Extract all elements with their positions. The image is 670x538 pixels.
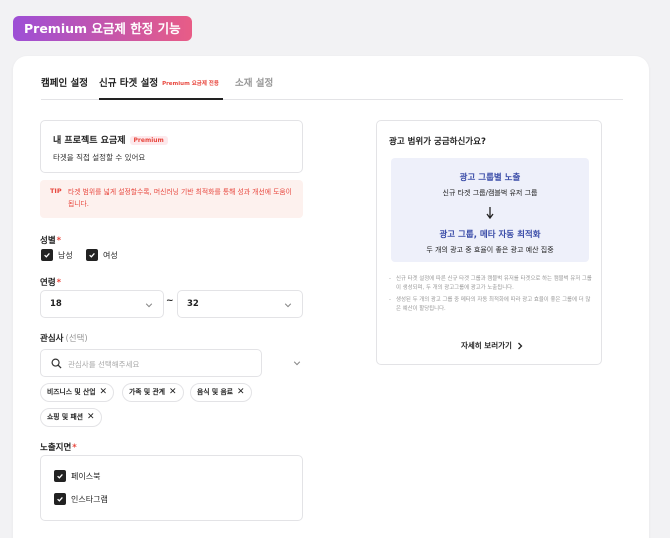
interest-search-field[interactable]	[40, 349, 262, 377]
remove-icon[interactable]: ✕	[100, 388, 108, 397]
placement-facebook-checkbox[interactable]: 페이스북	[54, 470, 100, 482]
interest-chip[interactable]: 가족 및 관계 ✕	[122, 383, 184, 402]
interest-chip[interactable]: 음식 및 음료 ✕	[190, 383, 252, 402]
tab-label: 소재 설정	[235, 78, 274, 89]
age-label-text: 연령	[40, 278, 56, 288]
remove-icon[interactable]: ✕	[237, 388, 245, 397]
gender-female-checkbox[interactable]: 여성	[86, 249, 118, 261]
checkbox-checked-icon	[54, 470, 66, 482]
gender-male-checkbox[interactable]: 남성	[41, 249, 73, 261]
step2-description: 두 개의 광고 중 효율이 좋은 광고 예산 집중	[426, 246, 554, 254]
target-settings-card: 캠페인 설정 신규 타겟 설정 Premium 요금제 전용 소재 설정 내 프로…	[13, 56, 649, 538]
checkbox-label: 여성	[103, 250, 118, 260]
placement-instagram-checkbox[interactable]: 인스타그램	[54, 493, 108, 505]
interest-chip[interactable]: 비즈니스 및 산업 ✕	[40, 383, 115, 402]
info-title: 광고 범위가 궁금하신가요?	[389, 137, 486, 147]
interests-label: 관심사 (선택)	[40, 332, 88, 344]
placement-label-text: 노출지면	[40, 443, 72, 453]
chevron-right-icon	[517, 342, 523, 349]
optional-mark: (선택)	[65, 334, 88, 344]
chevron-down-icon	[284, 303, 292, 308]
tab-campaign-settings[interactable]: 캠페인 설정	[41, 75, 88, 100]
info-note: 생성된 두 개의 광고 그룹 중 메타의 자동 최적화에 따라 광고 효율이 좋…	[389, 296, 595, 313]
arrow-down-icon	[486, 207, 494, 220]
age-label: 연령*	[40, 276, 61, 288]
premium-only-badge: Premium 요금제 전용	[162, 81, 219, 87]
ad-scope-info-panel: 광고 범위가 궁금하신가요? 광고 그룹별 노출 신규 타겟 그룹/캠블벅 유저…	[376, 120, 602, 365]
tab-label: 신규 타겟 설정	[99, 78, 159, 89]
learn-more-link[interactable]: 자세히 보러가기	[461, 340, 523, 351]
interest-chip[interactable]: 쇼핑 및 패션 ✕	[40, 408, 102, 427]
remove-icon[interactable]: ✕	[87, 413, 95, 422]
required-mark: *	[56, 278, 62, 288]
required-mark: *	[56, 236, 62, 246]
age-min-value: 18	[50, 299, 62, 309]
chip-label: 가족 및 관계	[129, 388, 165, 396]
placement-options-box: 페이스북 인스타그램	[40, 455, 303, 521]
tab-creative-settings[interactable]: 소재 설정	[235, 75, 273, 100]
remove-icon[interactable]: ✕	[169, 388, 177, 397]
plan-description: 타겟을 직접 설정할 수 있어요	[53, 153, 146, 162]
age-range-separator: ~	[166, 296, 174, 306]
plan-info-box: 내 프로젝트 요금제 Premium 타겟을 직접 설정할 수 있어요	[40, 120, 303, 173]
info-notes: 신규 타겟 설정에 따른 신규 타겟 그룹과 캠블벅 유저를 타겟으로 하는 캠…	[389, 275, 595, 317]
checkbox-checked-icon	[86, 249, 98, 261]
interests-label-text: 관심사	[40, 334, 64, 344]
plan-title-text: 내 프로젝트 요금제	[53, 136, 126, 146]
required-mark: *	[72, 443, 77, 453]
checkbox-label: 페이스북	[71, 471, 101, 481]
learn-more-label: 자세히 보러가기	[461, 341, 512, 350]
step2-title: 광고 그룹, 메타 자동 최적화	[439, 230, 541, 240]
age-max-value: 32	[187, 299, 199, 309]
settings-tabs: 캠페인 설정 신규 타겟 설정 Premium 요금제 전용 소재 설정	[41, 75, 623, 100]
checkbox-label: 인스타그램	[71, 494, 108, 504]
search-icon	[51, 358, 62, 369]
gender-label: 성별*	[40, 234, 61, 246]
chip-label: 음식 및 음료	[197, 388, 233, 396]
tab-new-target-settings[interactable]: 신규 타겟 설정 Premium 요금제 전용	[99, 75, 223, 100]
tip-box: TIP 타겟 범위를 넓게 설정할수록, 머신러닝 기반 최적화를 통해 성과 …	[40, 180, 303, 218]
tip-label: TIP	[50, 187, 62, 195]
chip-label: 비즈니스 및 산업	[47, 388, 96, 396]
step1-description: 신규 타겟 그룹/캠블벅 유저 그룹	[442, 189, 538, 197]
premium-feature-banner: Premium 요금제 한정 기능	[13, 16, 192, 41]
placement-label: 노출지면*	[40, 441, 77, 453]
chevron-down-icon	[145, 303, 153, 308]
gender-label-text: 성별	[40, 236, 56, 246]
chevron-down-icon[interactable]	[293, 359, 301, 367]
info-note: 신규 타겟 설정에 따른 신규 타겟 그룹과 캠블벅 유저를 타겟으로 하는 캠…	[389, 275, 595, 292]
ad-scope-diagram: 광고 그룹별 노출 신규 타겟 그룹/캠블벅 유저 그룹 광고 그룹, 메타 자…	[391, 158, 589, 262]
premium-badge: Premium	[129, 136, 168, 145]
chip-label: 쇼핑 및 패션	[47, 413, 83, 421]
interest-search-input[interactable]	[68, 356, 248, 372]
checkbox-checked-icon	[54, 493, 66, 505]
tip-text: 타겟 범위를 넓게 설정할수록, 머신러닝 기반 최적화를 통해 성과 개선에 …	[68, 188, 292, 208]
checkbox-checked-icon	[41, 249, 53, 261]
step1-title: 광고 그룹별 노출	[459, 173, 521, 183]
age-max-select[interactable]: 32	[177, 290, 303, 318]
tab-label: 캠페인 설정	[41, 78, 89, 89]
checkbox-label: 남성	[58, 250, 73, 260]
plan-title: 내 프로젝트 요금제 Premium	[53, 133, 168, 146]
age-min-select[interactable]: 18	[40, 290, 164, 318]
